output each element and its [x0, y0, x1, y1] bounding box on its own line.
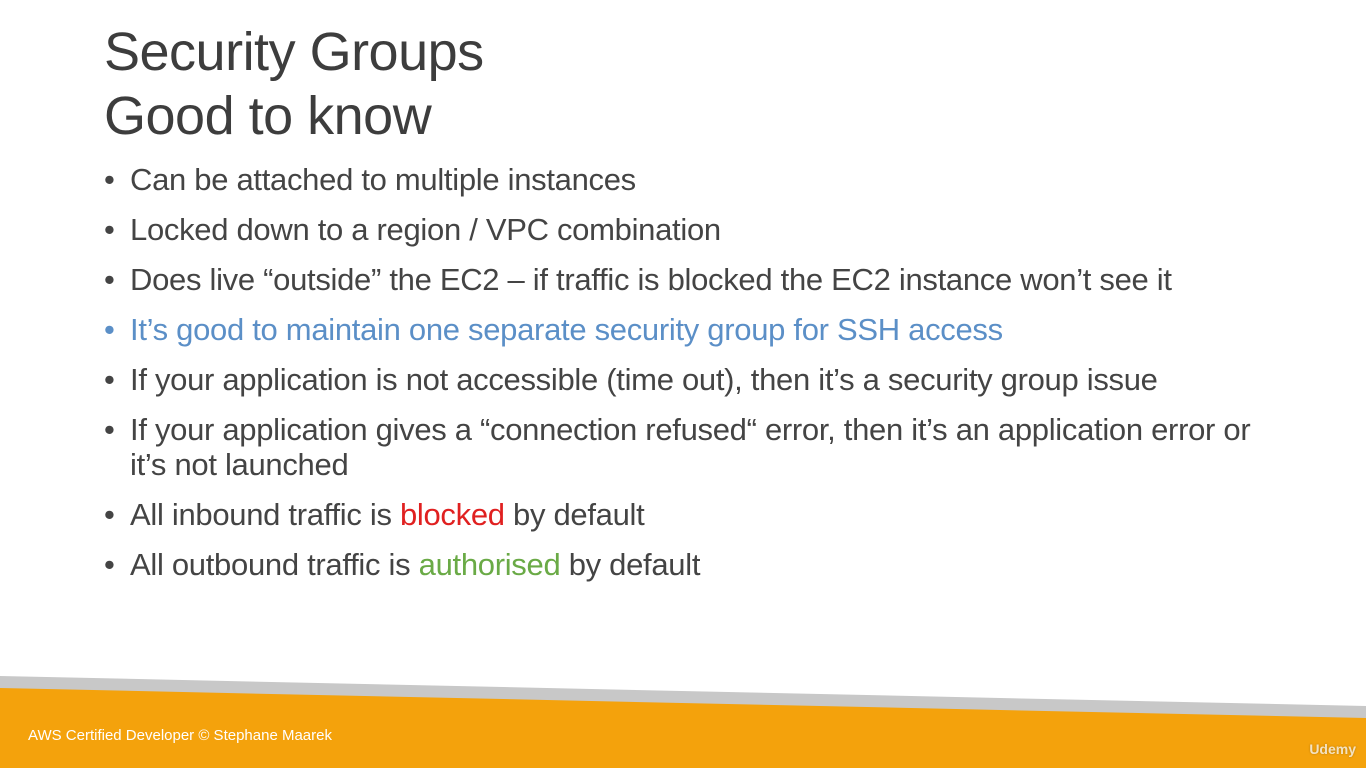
- bullet-text: It’s good to maintain one separate secur…: [130, 312, 1003, 347]
- bullet-list: • Can be attached to multiple instances …: [104, 162, 1254, 597]
- bullet-dot-icon: •: [104, 212, 115, 247]
- bullet-item: • Locked down to a region / VPC combinat…: [104, 212, 1254, 247]
- udemy-logo: Udemy: [1309, 741, 1356, 757]
- bullet-dot-icon: •: [104, 312, 115, 347]
- bullet-text: Can be attached to multiple instances: [130, 162, 636, 197]
- bullet-item: • All outbound traffic is authorised by …: [104, 547, 1254, 582]
- authorised-keyword: authorised: [418, 547, 561, 582]
- bullet-dot-icon: •: [104, 547, 115, 582]
- bullet-dot-icon: •: [104, 362, 115, 397]
- bullet-item: • If your application is not accessible …: [104, 362, 1254, 397]
- bullet-dot-icon: •: [104, 497, 115, 532]
- bullet-text: Locked down to a region / VPC combinatio…: [130, 212, 721, 247]
- blocked-keyword: blocked: [399, 497, 505, 532]
- slide: Security Groups Good to know • Can be at…: [0, 0, 1366, 768]
- bullet-item: • If your application gives a “connectio…: [104, 412, 1254, 482]
- bullet-text-after: by default: [504, 497, 645, 532]
- footer-banner: [0, 676, 1366, 768]
- title-line-1: Security Groups: [104, 22, 484, 82]
- bullet-item: • Can be attached to multiple instances: [104, 162, 1254, 197]
- slide-title: Security Groups Good to know: [104, 20, 484, 148]
- bullet-text: If your application gives a “connection …: [130, 412, 1251, 482]
- bullet-text-before: All outbound traffic is: [130, 547, 419, 582]
- title-line-2: Good to know: [104, 86, 432, 146]
- bullet-dot-icon: •: [104, 412, 115, 447]
- bullet-dot-icon: •: [104, 262, 115, 297]
- footer-credit: AWS Certified Developer © Stephane Maare…: [28, 727, 332, 744]
- bullet-text-before: All inbound traffic is: [130, 497, 400, 532]
- bullet-text: Does live “outside” the EC2 – if traffic…: [130, 262, 1172, 297]
- bullet-item: • Does live “outside” the EC2 – if traff…: [104, 262, 1254, 297]
- bullet-item-highlighted: • It’s good to maintain one separate sec…: [104, 312, 1254, 347]
- bullet-text: If your application is not accessible (t…: [130, 362, 1158, 397]
- bullet-dot-icon: •: [104, 162, 115, 197]
- bullet-text-after: by default: [560, 547, 701, 582]
- bullet-item: • All inbound traffic is blocked by defa…: [104, 497, 1254, 532]
